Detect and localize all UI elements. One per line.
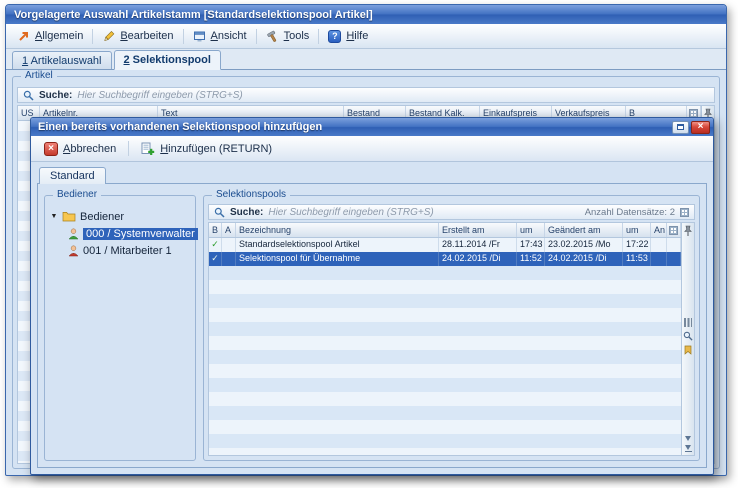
column-header-geaendert-am[interactable]: Geändert am (545, 223, 623, 237)
window-titlebar[interactable]: Vorgelagerte Auswahl Artikelstamm [Stand… (6, 5, 726, 24)
restore-icon (677, 124, 684, 130)
pool-row-standardselektionspool[interactable]: ✓ Standardselektionspool Artikel 28.11.2… (209, 238, 681, 252)
dialog-body: Standard Bediener ▼ Bediener (31, 162, 713, 474)
dialog-titlebar[interactable]: Einen bereits vorhandenen Selektionspool… (31, 118, 713, 136)
menu-bearbeiten[interactable]: Bearbeiten (95, 28, 180, 45)
search-placeholder: Hier Suchbegriff eingeben (STRG+S) (268, 207, 433, 218)
column-header-b[interactable]: B (209, 223, 222, 237)
pools-grid-side-toolbar (681, 223, 694, 455)
abbrechen-button[interactable]: × Abbrechen (36, 139, 124, 159)
artikel-search[interactable]: Suche: Hier Suchbegriff eingeben (STRG+S… (17, 87, 715, 103)
selektionspools-group: Selektionspools Suche: Hier Suchbegriff … (203, 195, 700, 461)
pools-grid: B A Bezeichnung Erstellt am um Geändert … (208, 222, 695, 456)
column-header-an[interactable]: An (651, 223, 667, 237)
menu-tools[interactable]: Tools (259, 28, 317, 45)
column-chooser-icon[interactable] (667, 223, 681, 237)
user-icon (68, 245, 79, 257)
tree-node-systemverwalter[interactable]: 000 / Systemverwalter (48, 225, 192, 242)
search-icon[interactable] (683, 331, 693, 341)
pin-icon[interactable] (683, 225, 693, 237)
check-icon: ✓ (209, 238, 222, 252)
columns-icon[interactable] (684, 318, 692, 327)
pools-grid-rows: ✓ Standardselektionspool Artikel 28.11.2… (209, 238, 681, 455)
add-icon (141, 142, 155, 156)
cell-um-1: 11:52 (517, 252, 545, 266)
empty-rows (209, 266, 681, 455)
cell-bezeichnung: Standardselektionspool Artikel (236, 238, 439, 252)
bediener-tree: ▼ Bediener 000 / Systemverwalter (48, 208, 192, 259)
menu-allgemein[interactable]: Allgemein (10, 28, 90, 45)
hinzufuegen-button[interactable]: Hinzufügen (RETURN) (133, 139, 280, 159)
cell-bezeichnung: Selektionspool für Übernahme (236, 252, 439, 266)
close-button[interactable]: × (691, 121, 710, 134)
menu-separator (92, 29, 93, 44)
dialog-toolbar: × Abbrechen Hinzufügen (RETURN) (31, 136, 713, 162)
search-label: Suche: (230, 207, 263, 218)
column-header-bezeichnung[interactable]: Bezeichnung (236, 223, 439, 237)
cell-um-2: 11:53 (623, 252, 651, 266)
check-icon: ✓ (209, 252, 222, 266)
cell-geaendert-am: 23.02.2015 /Mo (545, 238, 623, 252)
tree-node-bediener[interactable]: ▼ Bediener (48, 208, 192, 225)
cell-geaendert-am: 24.02.2015 /Di (545, 252, 623, 266)
help-icon: ? (328, 30, 341, 43)
menu-ansicht[interactable]: Ansicht (186, 28, 254, 45)
menu-separator (318, 29, 319, 44)
main-window: Vorgelagerte Auswahl Artikelstamm [Stand… (5, 4, 727, 476)
tabstrip: 1 Artikelauswahl 2 Selektionspool (6, 49, 726, 70)
tab-standard[interactable]: Standard (39, 167, 106, 184)
go-arrow-icon (17, 30, 30, 43)
expander-icon[interactable]: ▼ (50, 213, 58, 220)
cell-erstellt-am: 28.11.2014 /Fr (439, 238, 517, 252)
tab-artikelauswahl[interactable]: 1 Artikelauswahl (12, 51, 112, 69)
user-icon (68, 228, 79, 240)
tree-node-mitarbeiter-1[interactable]: 001 / Mitarbeiter 1 (48, 242, 192, 259)
menubar: Allgemein Bearbeiten Ansicht Tools ? Hil… (6, 24, 726, 49)
grid-options-icon[interactable] (680, 208, 689, 217)
dialog-selektionspool-hinzufuegen: Einen bereits vorhandenen Selektionspool… (30, 117, 714, 475)
column-header-um-1[interactable]: um (517, 223, 545, 237)
search-icon (23, 90, 34, 101)
record-count: Anzahl Datensätze: 2 (585, 207, 675, 218)
toolbar-separator (128, 141, 129, 156)
tab-selektionspool[interactable]: 2 Selektionspool (114, 50, 221, 70)
search-icon (214, 207, 225, 218)
cell-um-2: 17:22 (623, 238, 651, 252)
bediener-group-label: Bediener (53, 189, 101, 200)
selektionspools-group-label: Selektionspools (212, 189, 290, 200)
menu-separator (256, 29, 257, 44)
search-label: Suche: (39, 90, 72, 101)
tools-icon (266, 30, 279, 43)
pools-grid-header: B A Bezeichnung Erstellt am um Geändert … (209, 223, 681, 238)
cell-um-1: 17:43 (517, 238, 545, 252)
pools-search[interactable]: Suche: Hier Suchbegriff eingeben (STRG+S… (208, 204, 695, 220)
column-header-a[interactable]: A (222, 223, 236, 237)
cell-erstellt-am: 24.02.2015 /Di (439, 252, 517, 266)
artikel-group-label: Artikel (21, 70, 57, 81)
column-header-erstellt-am[interactable]: Erstellt am (439, 223, 517, 237)
search-placeholder: Hier Suchbegriff eingeben (STRG+S) (77, 90, 242, 101)
bediener-group: Bediener ▼ Bediener (44, 195, 196, 461)
close-icon: × (698, 122, 704, 132)
view-icon (193, 30, 206, 43)
pool-row-selektionspool-uebernahme[interactable]: ✓ Selektionspool für Übernahme 24.02.201… (209, 252, 681, 266)
dialog-title: Einen bereits vorhandenen Selektionspool… (38, 121, 322, 133)
cancel-icon: × (44, 142, 58, 156)
bookmark-icon[interactable] (684, 345, 692, 355)
menu-separator (183, 29, 184, 44)
scroll-bottom-icon[interactable] (685, 445, 692, 453)
dialog-panel: Bediener ▼ Bediener (37, 183, 707, 468)
window-title: Vorgelagerte Auswahl Artikelstamm [Stand… (14, 9, 373, 21)
folder-icon (62, 211, 76, 222)
menu-hilfe[interactable]: ? Hilfe (321, 28, 375, 45)
scroll-down-icon[interactable] (685, 436, 691, 441)
column-header-um-2[interactable]: um (623, 223, 651, 237)
edit-pencil-icon (102, 30, 115, 43)
restore-button[interactable] (672, 121, 689, 134)
